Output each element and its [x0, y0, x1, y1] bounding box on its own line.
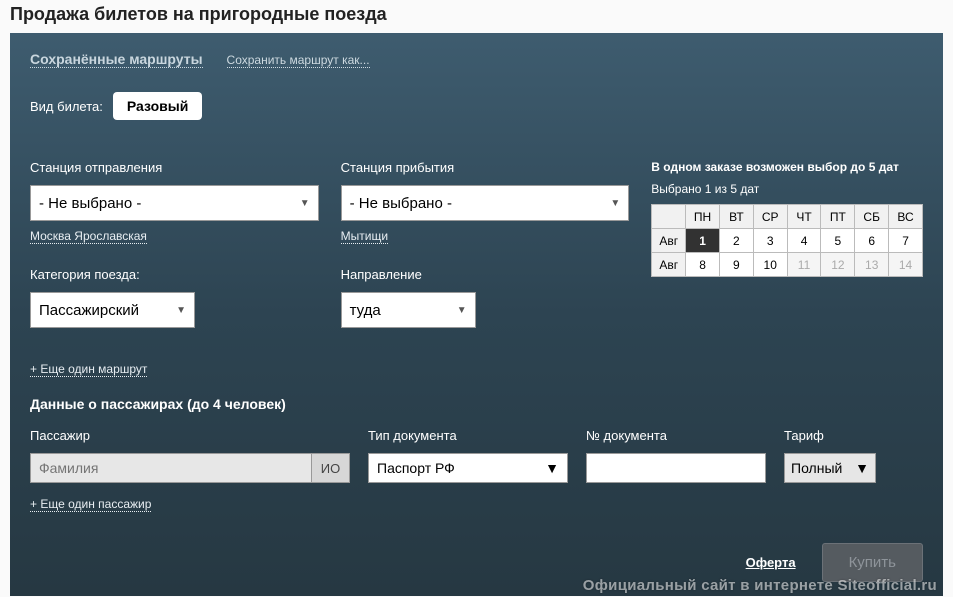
top-row: Сохранённые маршруты Сохранить маршрут к…	[30, 51, 923, 68]
direction-value: туда	[350, 302, 381, 319]
passenger-label: Пассажир	[30, 428, 350, 443]
day-header: СБ	[855, 205, 889, 229]
departure-label: Станция отправления	[30, 160, 319, 175]
arrival-label: Станция прибытия	[341, 160, 630, 175]
chevron-down-icon: ▼	[855, 460, 869, 476]
arrival-suggestion[interactable]: Мытищи	[341, 229, 388, 244]
calendar-table: ПН ВТ СР ЧТ ПТ СБ ВС Авг 1 2 3	[651, 204, 923, 277]
calendar-row: Авг 1 2 3 4 5 6 7	[652, 229, 923, 253]
calendar-row: Авг 8 9 10 11 12 13 14	[652, 253, 923, 277]
departure-suggestion[interactable]: Москва Ярославская	[30, 229, 147, 244]
day-header: СР	[753, 205, 787, 229]
tarif-select[interactable]: Полный ▼	[784, 453, 876, 483]
ticket-type-button[interactable]: Разовый	[113, 92, 202, 120]
add-route-link[interactable]: + Еще один маршрут	[30, 362, 147, 377]
category-label: Категория поезда:	[30, 267, 319, 282]
chevron-down-icon: ▼	[300, 198, 310, 209]
ticket-type-label: Вид билета:	[30, 99, 103, 114]
tarif-col: Тариф Полный ▼	[784, 428, 876, 483]
direction-label: Направление	[341, 267, 630, 282]
month-cell: Авг	[652, 229, 686, 253]
day-header: ПТ	[821, 205, 855, 229]
direction-group: Направление туда ▼	[341, 267, 630, 328]
arrival-value: - Не выбрано -	[350, 195, 452, 212]
chevron-down-icon: ▼	[457, 305, 467, 316]
calendar-day[interactable]: 1	[686, 229, 720, 253]
doc-num-col: № документа	[586, 428, 766, 483]
arrival-column: Станция прибытия - Не выбрано - ▼ Мытищи…	[341, 160, 630, 328]
calendar-day[interactable]: 4	[787, 229, 821, 253]
offer-link[interactable]: Оферта	[746, 555, 796, 570]
calendar-day: 14	[889, 253, 923, 277]
calendar-day[interactable]: 2	[719, 229, 753, 253]
calendar-day[interactable]: 7	[889, 229, 923, 253]
departure-value: - Не выбрано -	[39, 195, 141, 212]
ticket-type-row: Вид билета: Разовый	[30, 92, 923, 120]
arrival-select[interactable]: - Не выбрано - ▼	[341, 185, 630, 221]
calendar-day[interactable]: 3	[753, 229, 787, 253]
direction-select[interactable]: туда ▼	[341, 292, 476, 328]
day-header: ЧТ	[787, 205, 821, 229]
chevron-down-icon: ▼	[176, 305, 186, 316]
doc-num-input[interactable]	[586, 453, 766, 483]
doc-type-select[interactable]: Паспорт РФ ▼	[368, 453, 568, 483]
day-header: ПН	[686, 205, 720, 229]
category-select[interactable]: Пассажирский ▼	[30, 292, 195, 328]
doc-num-label: № документа	[586, 428, 766, 443]
passengers-title: Данные о пассажирах (до 4 человек)	[30, 396, 923, 412]
day-header: ВТ	[719, 205, 753, 229]
calendar-day[interactable]: 10	[753, 253, 787, 277]
calendar-day: 13	[855, 253, 889, 277]
passenger-name-col: Пассажир ИО	[30, 428, 350, 483]
saved-routes-link[interactable]: Сохранённые маршруты	[30, 51, 203, 68]
add-passenger-link[interactable]: + Еще один пассажир	[30, 497, 151, 512]
surname-input[interactable]	[30, 453, 312, 483]
doc-type-label: Тип документа	[368, 428, 568, 443]
tarif-value: Полный	[791, 460, 842, 476]
calendar-day: 12	[821, 253, 855, 277]
watermark: Официальный сайт в интернете Siteofficia…	[583, 577, 937, 594]
departure-column: Станция отправления - Не выбрано - ▼ Мос…	[30, 160, 319, 328]
calendar-month-header	[652, 205, 686, 229]
departure-select[interactable]: - Не выбрано - ▼	[30, 185, 319, 221]
save-route-as-link[interactable]: Сохранить маршрут как...	[227, 53, 370, 68]
calendar-day[interactable]: 6	[855, 229, 889, 253]
chevron-down-icon: ▼	[610, 198, 620, 209]
category-value: Пассажирский	[39, 302, 139, 319]
month-cell: Авг	[652, 253, 686, 277]
calendar-day[interactable]: 9	[719, 253, 753, 277]
doc-type-col: Тип документа Паспорт РФ ▼	[368, 428, 568, 483]
page-title: Продажа билетов на пригородные поезда	[0, 0, 953, 33]
calendar-selected-count: Выбрано 1 из 5 дат	[651, 182, 923, 196]
train-category-group: Категория поезда: Пассажирский ▼	[30, 267, 319, 328]
calendar-day[interactable]: 5	[821, 229, 855, 253]
io-button[interactable]: ИО	[312, 453, 350, 483]
doc-type-value: Паспорт РФ	[377, 460, 455, 476]
route-row: Станция отправления - Не выбрано - ▼ Мос…	[30, 160, 923, 328]
calendar-day: 11	[787, 253, 821, 277]
tarif-label: Тариф	[784, 428, 876, 443]
surname-wrap: ИО	[30, 453, 350, 483]
passenger-row: Пассажир ИО Тип документа Паспорт РФ ▼ №…	[30, 428, 923, 483]
calendar-day[interactable]: 8	[686, 253, 720, 277]
day-header: ВС	[889, 205, 923, 229]
chevron-down-icon: ▼	[545, 460, 559, 476]
calendar-hint: В одном заказе возможен выбор до 5 дат	[651, 160, 923, 174]
booking-panel: Сохранённые маршруты Сохранить маршрут к…	[10, 33, 943, 596]
calendar-column: В одном заказе возможен выбор до 5 дат В…	[651, 160, 923, 328]
